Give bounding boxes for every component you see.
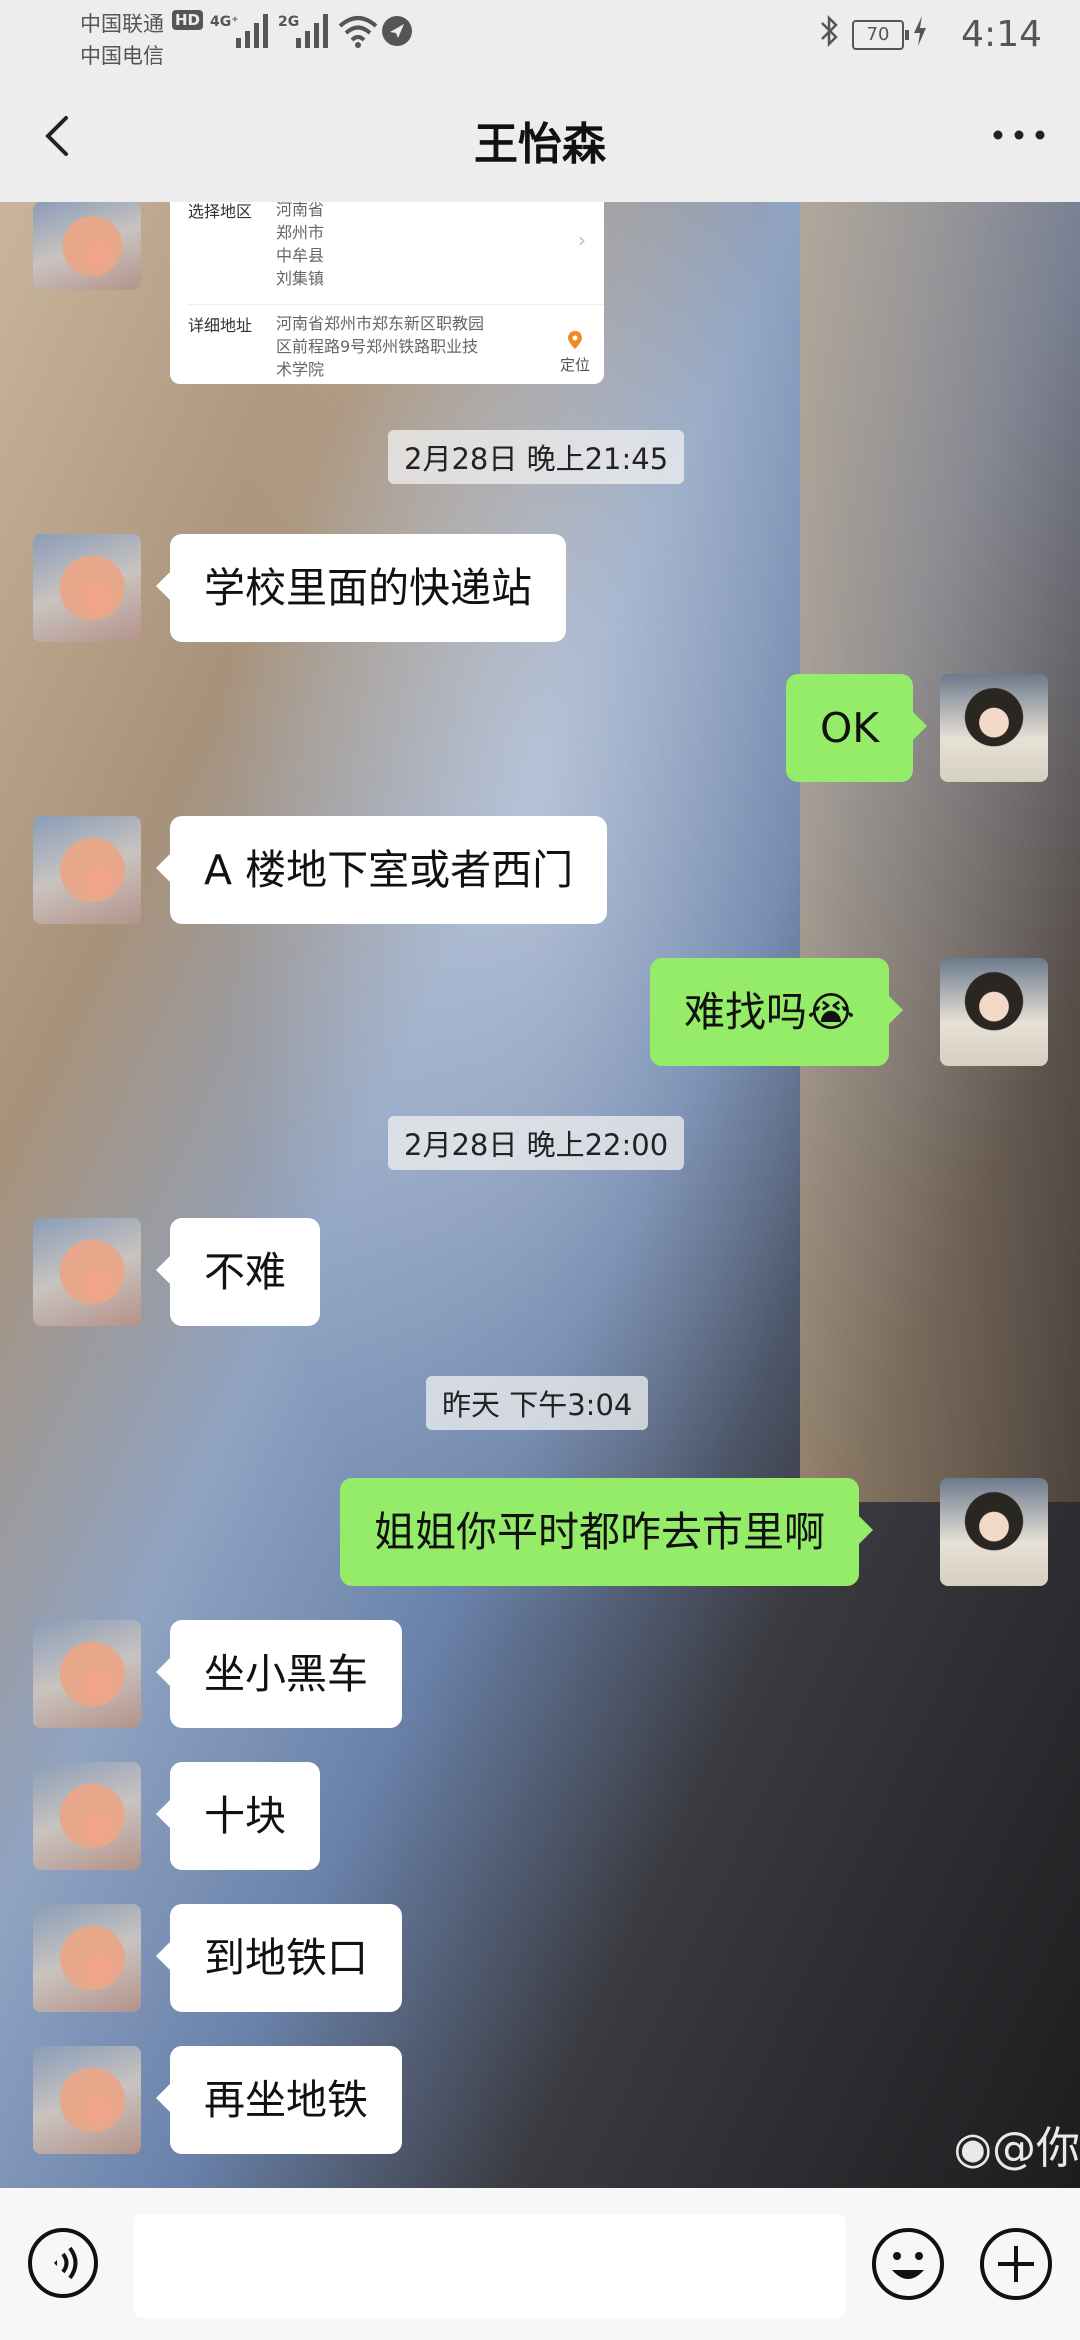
- more-dots-icon[interactable]: [984, 110, 1054, 160]
- contact-avatar[interactable]: [33, 1620, 141, 1728]
- timestamp: 昨天 下午3:04: [426, 1376, 649, 1430]
- message-bubble-left[interactable]: 再坐地铁: [156, 2046, 402, 2154]
- message-bubble-left[interactable]: 到地铁口: [156, 1904, 402, 2012]
- region-line: 刘集镇: [276, 269, 325, 288]
- message-bubble-left[interactable]: A 楼地下室或者西门: [155, 816, 608, 924]
- contact-avatar[interactable]: [33, 1904, 141, 2012]
- signal-icon: [236, 14, 268, 48]
- watermark-text: @你: [992, 2123, 1080, 2174]
- status-bar: 中国联通 HD 中国电信 4G⁺ 2G 70 4:14: [0, 0, 1080, 70]
- my-avatar[interactable]: [940, 1478, 1048, 1586]
- card-divider: [188, 304, 604, 305]
- contact-avatar[interactable]: [33, 1762, 141, 1870]
- chat-title: 王怡森: [474, 119, 606, 170]
- message-bubble-left[interactable]: 坐小黑车: [156, 1620, 402, 1728]
- locate-button[interactable]: 定位: [560, 330, 590, 375]
- emoji-icon[interactable]: [870, 2226, 946, 2302]
- clock: 4:14: [961, 14, 1042, 55]
- region-line: 河南省: [276, 202, 325, 219]
- battery-indicator: 70: [852, 20, 909, 50]
- message-bubble-left[interactable]: 学校里面的快递站: [156, 534, 566, 642]
- timestamp: 2月28日 晚上22:00: [388, 1116, 685, 1170]
- wifi-icon: [338, 16, 378, 48]
- timestamp: 2月28日 晚上21:45: [388, 430, 685, 484]
- charging-icon: [914, 16, 926, 46]
- message-bubble-right[interactable]: 姐姐你平时都咋去市里啊: [340, 1478, 873, 1586]
- hd-badge: HD: [172, 10, 204, 30]
- contact-avatar[interactable]: [33, 2046, 141, 2154]
- contact-avatar[interactable]: [33, 1218, 141, 1326]
- location-sharing-icon: [382, 16, 412, 46]
- my-avatar[interactable]: [940, 958, 1048, 1066]
- voice-icon[interactable]: [26, 2226, 100, 2300]
- signal-icon-2: [296, 14, 328, 48]
- locate-label: 定位: [559, 356, 590, 374]
- my-avatar[interactable]: [940, 674, 1048, 782]
- location-pin-icon: [567, 331, 582, 349]
- message-bubble-left[interactable]: 十块: [156, 1762, 320, 1870]
- message-input[interactable]: [134, 2214, 846, 2318]
- address-card-message[interactable]: 选择地区 河南省 郑州市 中牟县 刘集镇 › 详细地址 河南省郑州市郑东新区职教…: [170, 202, 604, 384]
- contact-avatar[interactable]: [33, 534, 141, 642]
- chevron-right-icon: ›: [578, 228, 586, 252]
- message-bubble-right[interactable]: OK: [786, 674, 928, 782]
- input-toolbar: [0, 2188, 1080, 2340]
- weibo-icon: ◉: [953, 2123, 992, 2174]
- detail-line: 河南省郑州市郑东新区职教园: [276, 314, 485, 333]
- chat-message-list[interactable]: 选择地区 河南省 郑州市 中牟县 刘集镇 › 详细地址 河南省郑州市郑东新区职教…: [0, 202, 1080, 2188]
- region-line: 郑州市: [276, 223, 325, 242]
- detail-label: 详细地址: [188, 316, 253, 335]
- region-line: 中牟县: [276, 246, 325, 265]
- carrier-secondary: 中国电信: [80, 44, 164, 68]
- bluetooth-icon: [821, 14, 838, 48]
- detail-line: 区前程路9号郑州铁路职业技: [276, 337, 479, 356]
- plus-icon[interactable]: [978, 2226, 1054, 2302]
- detail-line: 术学院: [276, 360, 325, 379]
- chat-header: 王怡森: [0, 70, 1080, 202]
- message-bubble-left[interactable]: 不难: [156, 1218, 320, 1326]
- contact-avatar[interactable]: [33, 202, 141, 290]
- network-type-4g: 4G⁺: [210, 14, 239, 30]
- message-bubble-right[interactable]: 难找吗😭: [650, 958, 903, 1066]
- region-label: 选择地区: [188, 202, 253, 221]
- contact-avatar[interactable]: [33, 816, 141, 924]
- carrier-primary: 中国联通: [80, 12, 164, 36]
- weibo-watermark: ◉@你: [954, 2112, 1080, 2176]
